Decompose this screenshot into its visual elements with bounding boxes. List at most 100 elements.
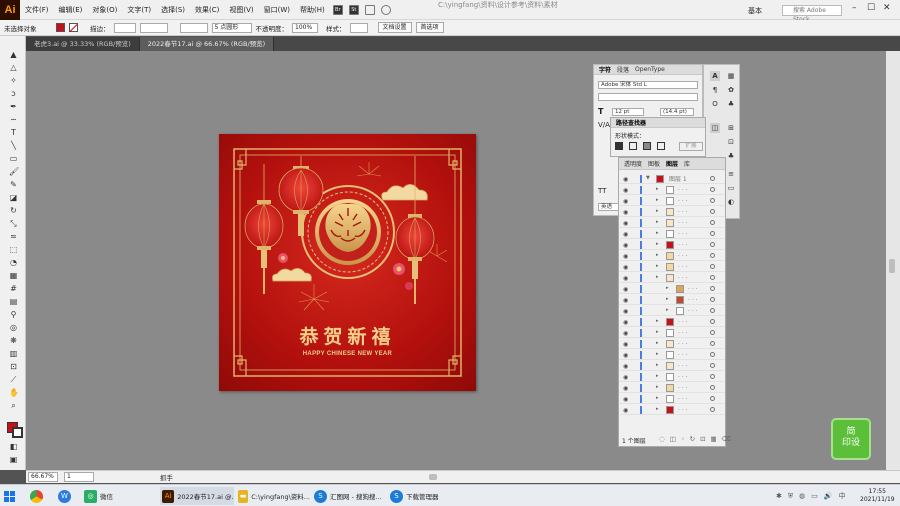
expand-chevron-icon[interactable]: ▸ bbox=[656, 274, 659, 280]
expand-chevron-icon[interactable]: ▸ bbox=[656, 208, 659, 214]
scale-tool-icon[interactable]: ⤡ bbox=[9, 219, 18, 228]
visibility-eye-icon[interactable]: ◉ bbox=[623, 363, 628, 370]
target-icon[interactable] bbox=[710, 352, 715, 357]
symbols-panel-icon[interactable]: ♣ bbox=[726, 99, 736, 109]
swatches-panel-icon[interactable]: ▦ bbox=[726, 71, 736, 81]
expand-chevron-icon[interactable]: ▸ bbox=[656, 230, 659, 236]
lasso-tool-icon[interactable]: ↄ bbox=[9, 89, 18, 98]
layer-row-main[interactable]: ◉ ▼ 图层 1 bbox=[619, 174, 725, 184]
type-tool-icon[interactable]: T bbox=[9, 128, 18, 137]
perspective-grid-tool-icon[interactable]: ▦ bbox=[9, 271, 18, 280]
expand-chevron-icon[interactable]: ▸ bbox=[656, 362, 659, 368]
layer-footer-actions[interactable]: ◌◫◦↻⊡▦⌫ bbox=[659, 435, 736, 443]
mesh-tool-icon[interactable]: # bbox=[9, 284, 18, 293]
stroke-weight-field[interactable] bbox=[113, 22, 136, 33]
visibility-eye-icon[interactable]: ◉ bbox=[623, 385, 628, 392]
layer-row[interactable]: ◉ ▸. . . bbox=[619, 383, 725, 393]
target-icon[interactable] bbox=[710, 385, 715, 390]
taskbar-illustrator[interactable]: Ai 2022春节17.ai @... bbox=[160, 487, 234, 505]
collapse-chevron-icon[interactable]: ▼ bbox=[646, 175, 650, 181]
visibility-eye-icon[interactable]: ◉ bbox=[623, 187, 628, 194]
layer-row[interactable]: ◉ ▸. . . bbox=[619, 251, 725, 261]
layer-row[interactable]: ◉ ▸. . . bbox=[619, 328, 725, 338]
target-icon[interactable] bbox=[710, 220, 715, 225]
font-style-field[interactable] bbox=[598, 93, 698, 101]
layer-row[interactable]: ◉ ▸. . . bbox=[619, 284, 725, 294]
document-setup-button[interactable]: 文档设置 bbox=[377, 22, 412, 33]
visibility-eye-icon[interactable]: ◉ bbox=[623, 341, 628, 348]
workspace-switcher[interactable]: 基本 bbox=[748, 6, 762, 16]
paragraph-panel-icon[interactable]: ¶ bbox=[710, 85, 720, 95]
target-icon[interactable] bbox=[710, 407, 715, 412]
stock-search-input[interactable]: 搜索 Adobe Stock bbox=[782, 5, 842, 23]
layer-row[interactable]: ◉ ▸. . . bbox=[619, 273, 725, 283]
expand-chevron-icon[interactable]: ▸ bbox=[656, 406, 659, 412]
menu-help[interactable]: 帮助(H) bbox=[295, 5, 330, 15]
selection-tool-icon[interactable]: ▲ bbox=[9, 50, 18, 59]
chat-icon[interactable]: ◍ bbox=[799, 492, 805, 500]
rectangle-tool-icon[interactable]: ▭ bbox=[9, 154, 18, 163]
visibility-eye-icon[interactable]: ◉ bbox=[623, 264, 628, 271]
expand-chevron-icon[interactable]: ▸ bbox=[656, 384, 659, 390]
shape-builder-tool-icon[interactable]: ◔ bbox=[9, 258, 18, 267]
target-icon[interactable] bbox=[710, 319, 715, 324]
shield-icon[interactable]: ⛨ bbox=[788, 492, 793, 501]
visibility-eye-icon[interactable]: ◉ bbox=[623, 242, 628, 249]
start-button[interactable] bbox=[4, 487, 15, 505]
system-tray[interactable]: ✱ ⛨ ◍ ▭ 🔊 中 bbox=[776, 487, 846, 505]
expand-chevron-icon[interactable]: ▸ bbox=[656, 241, 659, 247]
line-tool-icon[interactable]: ╲ bbox=[9, 141, 18, 150]
chrome-taskbar-icon[interactable] bbox=[30, 487, 43, 505]
visibility-eye-icon[interactable]: ◉ bbox=[623, 275, 628, 282]
opentype-panel-icon[interactable]: O bbox=[710, 99, 720, 109]
layer-row[interactable]: ◉ ▸. . . bbox=[619, 361, 725, 371]
visibility-eye-icon[interactable]: ◉ bbox=[623, 297, 628, 304]
eraser-tool-icon[interactable]: ◪ bbox=[9, 193, 18, 202]
layer-row[interactable]: ◉ ▸. . . bbox=[619, 405, 725, 415]
expand-chevron-icon[interactable]: ▸ bbox=[656, 252, 659, 258]
eyedropper-tool-icon[interactable]: ⚲ bbox=[9, 310, 18, 319]
menu-view[interactable]: 视图(V) bbox=[224, 5, 258, 15]
layer-row[interactable]: ◉ ▸. . . bbox=[619, 350, 725, 360]
menu-window[interactable]: 窗口(W) bbox=[259, 5, 295, 15]
visibility-eye-icon[interactable]: ◉ bbox=[623, 198, 628, 205]
layer-row[interactable]: ◉ ▸. . . bbox=[619, 295, 725, 305]
expand-chevron-icon[interactable]: ▸ bbox=[666, 285, 669, 291]
network-icon[interactable]: ▭ bbox=[811, 492, 818, 500]
curvature-tool-icon[interactable]: ∽ bbox=[9, 115, 18, 124]
tab-opentype[interactable]: OpenType bbox=[635, 66, 665, 73]
pen-tool-icon[interactable]: ✒ bbox=[9, 102, 18, 111]
intersect-icon[interactable] bbox=[643, 142, 651, 150]
direct-selection-tool-icon[interactable]: △ bbox=[9, 63, 18, 72]
visibility-eye-icon[interactable]: ◉ bbox=[623, 231, 628, 238]
gpu-performance-icon[interactable] bbox=[380, 4, 391, 15]
zoom-tool-icon[interactable]: ⌕ bbox=[9, 401, 18, 410]
expand-button[interactable]: 扩展 bbox=[679, 142, 703, 151]
tab-character[interactable]: 字符 bbox=[599, 65, 611, 74]
expand-chevron-icon[interactable]: ▸ bbox=[656, 318, 659, 324]
hand-tool-icon[interactable]: ✋ bbox=[9, 388, 19, 397]
visibility-eye-icon[interactable]: ◉ bbox=[623, 407, 628, 414]
menu-type[interactable]: 文字(T) bbox=[122, 5, 156, 15]
layer-row[interactable]: ◉ ▸. . . bbox=[619, 306, 725, 316]
target-icon[interactable] bbox=[710, 253, 715, 258]
free-transform-tool-icon[interactable]: ⬚ bbox=[9, 245, 18, 254]
target-icon[interactable] bbox=[710, 264, 715, 269]
brushes-panel-icon[interactable]: ✿ bbox=[726, 85, 736, 95]
target-icon[interactable] bbox=[710, 308, 715, 313]
expand-chevron-icon[interactable]: ▸ bbox=[656, 373, 659, 379]
target-icon[interactable] bbox=[710, 198, 715, 203]
taskbar-explorer[interactable]: ▬ C:\yingfang\资料... bbox=[238, 487, 310, 505]
variable-width-field[interactable] bbox=[139, 22, 168, 33]
character-panel-icon[interactable]: A bbox=[710, 71, 720, 81]
visibility-eye-icon[interactable]: ◉ bbox=[623, 253, 628, 260]
target-icon[interactable] bbox=[710, 297, 715, 302]
minimize-icon[interactable]: – bbox=[852, 3, 857, 13]
app-logo[interactable]: Ai bbox=[0, 0, 20, 20]
expand-chevron-icon[interactable]: ▸ bbox=[656, 263, 659, 269]
stroke-color-icon[interactable] bbox=[12, 427, 23, 438]
transform-panel-icon[interactable]: ⊡ bbox=[726, 137, 736, 147]
target-icon[interactable] bbox=[710, 363, 715, 368]
visibility-eye-icon[interactable]: ◉ bbox=[623, 220, 628, 227]
color-panel-icon[interactable]: ◐ bbox=[726, 197, 736, 207]
